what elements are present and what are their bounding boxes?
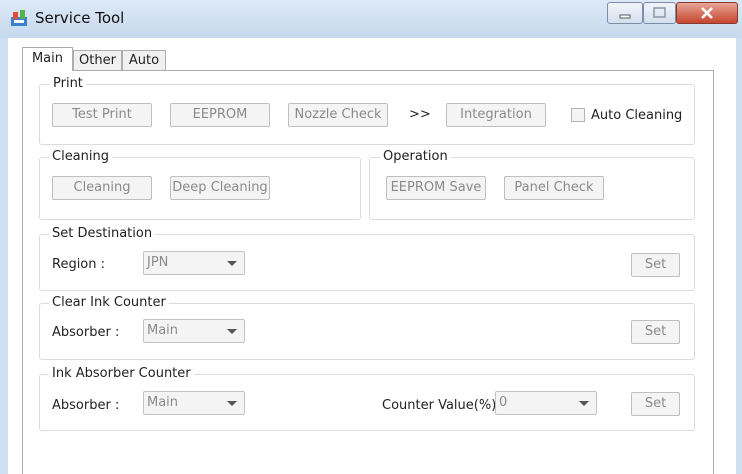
chevron-down-icon <box>227 261 237 266</box>
chevron-down-icon <box>579 401 589 406</box>
counter-absorber-select[interactable]: Main <box>143 391 245 415</box>
clear-ink-counter-group <box>39 303 695 360</box>
counter-absorber-label: Absorber : <box>52 398 120 413</box>
set-destination-group <box>39 234 695 291</box>
region-select[interactable]: JPN <box>143 251 245 275</box>
region-set-button[interactable]: Set <box>631 253 680 277</box>
window-title: Service Tool <box>35 9 125 27</box>
minimize-icon <box>619 14 631 19</box>
cleaning-group-label: Cleaning <box>49 149 112 164</box>
clear-absorber-label: Absorber : <box>52 325 120 340</box>
print-group-label: Print <box>50 76 86 91</box>
test-print-button[interactable]: Test Print <box>52 103 152 127</box>
counter-value-label: Counter Value(%) <box>382 398 497 413</box>
maximize-button[interactable] <box>643 2 676 24</box>
auto-cleaning-checkbox[interactable] <box>571 108 585 122</box>
counter-absorber-value: Main <box>147 395 179 410</box>
clear-absorber-value: Main <box>147 323 179 338</box>
clear-ink-set-button[interactable]: Set <box>631 320 680 344</box>
eeprom-button[interactable]: EEPROM <box>170 103 270 127</box>
service-tool-app-icon <box>11 10 27 26</box>
set-destination-label: Set Destination <box>49 226 156 241</box>
counter-value: 0 <box>499 395 508 410</box>
deep-cleaning-button[interactable]: Deep Cleaning <box>170 176 270 200</box>
chevron-down-icon <box>227 401 237 406</box>
nozzle-check-button[interactable]: Nozzle Check <box>288 103 388 127</box>
auto-cleaning-label: Auto Cleaning <box>591 108 683 123</box>
tab-auto[interactable]: Auto <box>122 50 166 70</box>
clear-absorber-select[interactable]: Main <box>143 319 245 343</box>
region-label: Region : <box>52 257 106 272</box>
tab-main[interactable]: Main <box>22 47 73 71</box>
counter-value-select[interactable]: 0 <box>495 391 597 415</box>
close-icon <box>701 7 713 19</box>
ink-absorber-counter-label: Ink Absorber Counter <box>49 366 194 381</box>
integration-button[interactable]: Integration <box>446 103 546 127</box>
region-value: JPN <box>147 255 169 270</box>
maximize-icon <box>653 7 666 18</box>
arrow-label: >> <box>409 107 431 122</box>
counter-set-button[interactable]: Set <box>631 392 680 416</box>
eeprom-save-button[interactable]: EEPROM Save <box>386 176 486 200</box>
panel-check-button[interactable]: Panel Check <box>504 176 604 200</box>
minimize-button[interactable] <box>607 2 643 24</box>
clear-ink-counter-label: Clear Ink Counter <box>49 295 169 310</box>
tab-other[interactable]: Other <box>73 50 122 70</box>
operation-group-label: Operation <box>380 149 451 164</box>
cleaning-button[interactable]: Cleaning <box>52 176 152 200</box>
chevron-down-icon <box>227 329 237 334</box>
close-button[interactable] <box>676 2 738 24</box>
